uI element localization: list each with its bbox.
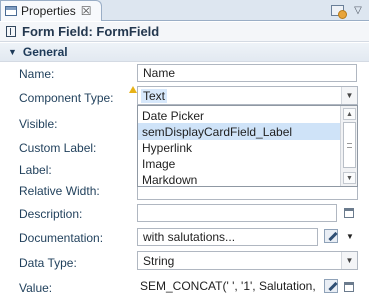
form-header: Form Field: FormField — [0, 22, 369, 42]
form-title: Form Field: FormField — [22, 24, 160, 39]
tab-properties[interactable]: Properties ☒ — [0, 0, 102, 21]
form-field-icon — [6, 26, 16, 37]
edit-pencil-icon — [324, 229, 338, 243]
value-editor-button[interactable] — [342, 280, 356, 294]
warning-icon — [129, 86, 137, 93]
description-field[interactable] — [137, 204, 337, 222]
collapse-icon[interactable]: ▼ — [8, 47, 17, 57]
view-menu-icon: ▽ — [354, 5, 362, 16]
dropdown-option[interactable]: Image — [138, 155, 341, 172]
documentation-edit-button[interactable] — [324, 229, 338, 243]
documentation-menu-icon[interactable]: ▼ — [346, 232, 354, 241]
close-icon[interactable]: ☒ — [81, 5, 92, 17]
value-label: Value: — [19, 281, 53, 295]
dropdown-option-selected[interactable]: semDisplayCardField_Label — [138, 123, 341, 140]
view-menu-button[interactable]: ▽ — [350, 3, 366, 18]
scroll-down-icon[interactable]: ▼ — [343, 172, 356, 184]
dropdown-scrollbar[interactable]: ▲ ▼ — [340, 106, 357, 186]
data-type-label: Data Type: — [19, 256, 77, 270]
component-type-label: Component Type: — [19, 91, 114, 105]
scroll-up-icon[interactable]: ▲ — [343, 108, 356, 120]
relative-width-label: Relative Width: — [19, 184, 100, 198]
value-edit-button[interactable] — [324, 279, 338, 293]
name-label: Name: — [19, 67, 55, 81]
scrollbar-thumb[interactable] — [343, 122, 356, 168]
custom-label-label: Custom Label: — [19, 141, 97, 155]
open-editor-icon — [344, 282, 354, 292]
data-type-dropdown[interactable]: String ▼ — [137, 251, 358, 270]
description-label: Description: — [19, 207, 83, 221]
dropdown-arrow-icon[interactable]: ▼ — [341, 87, 357, 104]
dropdown-option[interactable]: Markdown — [138, 171, 341, 187]
dropdown-option[interactable]: Hyperlink — [138, 139, 341, 156]
dropdown-option[interactable]: Date Picker — [138, 107, 341, 124]
component-type-options-list[interactable]: Date Picker semDisplayCardField_Label Hy… — [137, 105, 358, 187]
data-type-value: String — [143, 253, 175, 268]
value-field[interactable]: SEM_CONCAT(' ', '1', Salutation, FirstNa… — [137, 277, 318, 295]
pin-properties-button[interactable] — [329, 3, 347, 19]
visible-label: Visible: — [19, 117, 58, 131]
tab-properties-label: Properties — [21, 4, 76, 18]
pin-properties-icon — [330, 5, 347, 19]
name-field[interactable]: Name — [137, 64, 357, 82]
documentation-field[interactable]: with salutations... — [137, 228, 318, 246]
component-type-dropdown[interactable]: Text ▼ — [137, 86, 358, 105]
properties-view-icon — [5, 6, 17, 16]
dropdown-arrow-icon[interactable]: ▼ — [341, 252, 357, 269]
edit-pencil-icon — [324, 279, 338, 293]
description-editor-button[interactable] — [342, 206, 356, 220]
documentation-label: Documentation: — [19, 231, 104, 245]
section-general[interactable]: ▼ General — [0, 43, 369, 62]
component-type-value: Text — [141, 88, 168, 103]
label-label: Label: — [19, 163, 52, 177]
open-editor-icon — [344, 208, 354, 218]
view-tab-bar: Properties ☒ ▽ — [0, 0, 369, 21]
section-title: General — [22, 45, 68, 59]
